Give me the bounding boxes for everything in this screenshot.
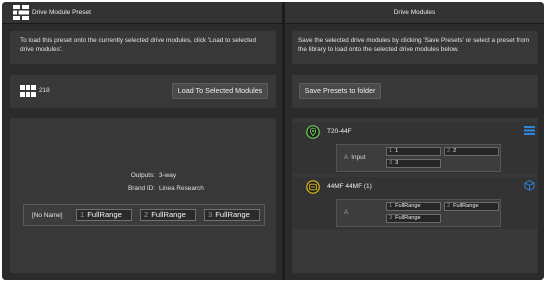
module-channel-a: A 1 FullRange 2 FullRange 3 FullRange (336, 199, 501, 227)
load-to-selected-modules-button[interactable]: Load To Selected Modules (172, 83, 268, 99)
module-name: 44MF 44MF (1) (327, 183, 372, 190)
preset-header: Drive Module Preset (2, 2, 282, 24)
location-pin-icon (306, 125, 320, 139)
preset-pane: Drive Module Preset To load this preset … (2, 2, 282, 280)
module-card-t20-44f[interactable]: T20-44F A Input 11 22 33 (292, 122, 538, 174)
outputs-value: 3-way (159, 172, 177, 179)
module-name: T20-44F (327, 128, 352, 135)
brand-id-label: Brand ID: (128, 185, 155, 192)
module-slot-2: 2 FullRange (444, 202, 499, 211)
preset-details-panel: Outputs: 3-way Brand ID: Linea Research … (10, 118, 276, 273)
preset-slot-2: 2 FullRange (140, 209, 196, 221)
modules-description: Save the selected drive modules by click… (298, 37, 530, 53)
module-slot-2: 22 (444, 147, 499, 156)
module-card-44mf[interactable]: 44MF 44MF (1) A 1 FullRange 2 FullRange 3F… (292, 177, 538, 229)
preset-drive-row: [No Name] 1 FullRange 2 FullRange 3 FullRan… (23, 204, 265, 226)
module-slot-3: 3 FullRange (386, 214, 441, 223)
channel-label: A Input (344, 154, 366, 161)
module-slot-1: 1 FullRange (386, 202, 441, 211)
preset-number: 218 (39, 87, 50, 94)
app-grid-icon (13, 5, 29, 20)
outputs-label: Outputs: (130, 172, 155, 179)
channel-label: A (344, 209, 349, 216)
preset-header-title: Drive Module Preset (32, 9, 91, 16)
preset-action-panel: 218 Load To Selected Modules (10, 75, 276, 108)
preset-slot-1: 1 FullRange (76, 209, 132, 221)
module-channel-a: A Input 11 22 33 (336, 144, 501, 172)
drive-modules-pane: Drive Modules Save the selected drive mo… (285, 2, 544, 280)
preset-description-panel: To load this preset onto the currently s… (10, 31, 276, 64)
drive-modules-header-title: Drive Modules (393, 9, 436, 16)
module-slot-1: 11 (386, 147, 441, 156)
module-slot-3: 33 (386, 159, 441, 168)
app-window: Drive Module Preset To load this preset … (2, 2, 544, 280)
cube-icon[interactable] (524, 180, 535, 191)
save-presets-button[interactable]: Save Presets to folder (299, 83, 381, 99)
list-icon[interactable] (524, 126, 535, 135)
drive-name: [No Name] (32, 212, 63, 219)
preset-description: To load this preset onto the currently s… (20, 37, 257, 53)
drive-modules-header: Drive Modules (285, 2, 544, 24)
preset-grid-icon (20, 85, 36, 97)
amp-badge-icon (306, 180, 320, 194)
brand-id-value: Linea Research (159, 185, 204, 192)
modules-description-panel: Save the selected drive modules by click… (292, 31, 538, 64)
preset-slot-3: 3 FullRange (204, 209, 260, 221)
save-panel: Save Presets to folder (292, 75, 538, 108)
